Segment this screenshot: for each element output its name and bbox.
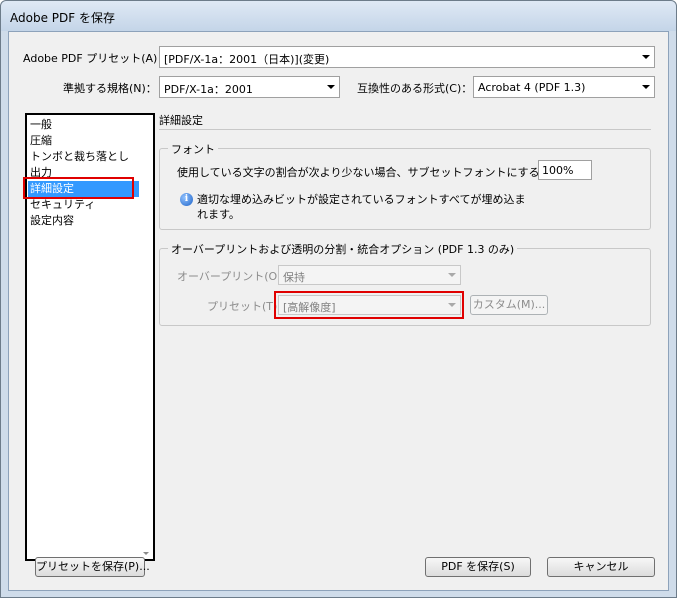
sidebar-item-summary[interactable]: 設定内容 bbox=[28, 213, 139, 229]
standard-label: 準拠する規格(N)： bbox=[63, 82, 157, 95]
custom-button[interactable]: カスタム(M)... bbox=[470, 295, 548, 315]
chevron-down-icon bbox=[448, 303, 456, 307]
font-groupbox: フォント 使用している文字の割合が次より少ない場合、サブセットフォントにする(W… bbox=[159, 141, 651, 230]
preset-value: [PDF/X-1a：2001（日本)](変更) bbox=[164, 53, 330, 66]
compat-dropdown[interactable]: Acrobat 4 (PDF 1.3) bbox=[473, 76, 655, 98]
save-preset-button[interactable]: プリセットを保存(P)... bbox=[35, 557, 150, 577]
scroll-down-arrow-icon[interactable] bbox=[143, 552, 149, 555]
overprint-group-legend: オーバープリントおよび透明の分割・統合オプション (PDF 1.3 のみ) bbox=[168, 241, 518, 257]
standard-dropdown[interactable]: PDF/X-1a：2001 bbox=[159, 76, 340, 98]
subset-label: 使用している文字の割合が次より少ない場合、サブセットフォントにする(W)： bbox=[177, 166, 571, 179]
window-title: Adobe PDF を保存 bbox=[10, 11, 115, 25]
list-scrollbar[interactable] bbox=[139, 115, 153, 559]
flattener-preset-dropdown[interactable]: [高解像度] bbox=[278, 295, 461, 315]
chevron-down-icon bbox=[642, 85, 650, 89]
sidebar-item-security[interactable]: セキュリティ bbox=[28, 197, 139, 213]
sidebar-item-compression[interactable]: 圧縮 bbox=[28, 133, 139, 149]
chevron-down-icon bbox=[448, 273, 456, 277]
overprint-groupbox: オーバープリントおよび透明の分割・統合オプション (PDF 1.3 のみ) オー… bbox=[159, 241, 651, 326]
save-pdf-button[interactable]: PDF を保存(S) bbox=[425, 557, 531, 577]
subset-percent-input[interactable]: 100% bbox=[538, 160, 592, 180]
cancel-button[interactable]: キャンセル bbox=[547, 557, 655, 577]
dialog-client-area: Adobe PDF プリセット(A)： [PDF/X-1a：2001（日本)](… bbox=[8, 31, 669, 591]
font-group-legend: フォント bbox=[168, 141, 218, 157]
sidebar-item-marks-bleeds[interactable]: トンボと裁ち落とし bbox=[28, 149, 139, 165]
dialog-window: Adobe PDF を保存 Adobe PDF プリセット(A)： [PDF/X… bbox=[0, 0, 677, 598]
overprint-dropdown[interactable]: 保持 bbox=[278, 265, 461, 285]
chevron-down-icon bbox=[327, 85, 335, 89]
compat-label: 互換性のある形式(C)： bbox=[357, 82, 473, 95]
flattener-preset-label: プリセット(T)： bbox=[207, 300, 289, 313]
flattener-preset-value: [高解像度] bbox=[283, 301, 336, 314]
sidebar-item-advanced[interactable]: 詳細設定 bbox=[28, 181, 139, 197]
preset-label: Adobe PDF プリセット(A)： bbox=[23, 52, 169, 65]
overprint-label: オーバープリント(O)： bbox=[177, 270, 293, 283]
sidebar-item-output[interactable]: 出力 bbox=[28, 165, 139, 181]
preset-dropdown[interactable]: [PDF/X-1a：2001（日本)](変更) bbox=[159, 46, 655, 68]
standard-value: PDF/X-1a：2001 bbox=[164, 83, 253, 96]
category-list[interactable]: 一般 圧縮 トンボと裁ち落とし 出力 詳細設定 セキュリティ 設定内容 bbox=[25, 113, 155, 561]
section-divider bbox=[159, 129, 651, 130]
section-title: 詳細設定 bbox=[159, 114, 203, 127]
sidebar-item-general[interactable]: 一般 bbox=[28, 117, 139, 133]
overprint-value: 保持 bbox=[283, 271, 305, 284]
info-text-line1: 適切な埋め込みビットが設定されているフォントすべてが埋め込ま bbox=[197, 193, 526, 206]
info-text-line2: れます。 bbox=[197, 208, 240, 221]
chevron-down-icon bbox=[642, 55, 650, 59]
title-bar: Adobe PDF を保存 bbox=[1, 1, 676, 31]
compat-value: Acrobat 4 (PDF 1.3) bbox=[478, 81, 586, 94]
info-icon: i bbox=[180, 193, 193, 206]
